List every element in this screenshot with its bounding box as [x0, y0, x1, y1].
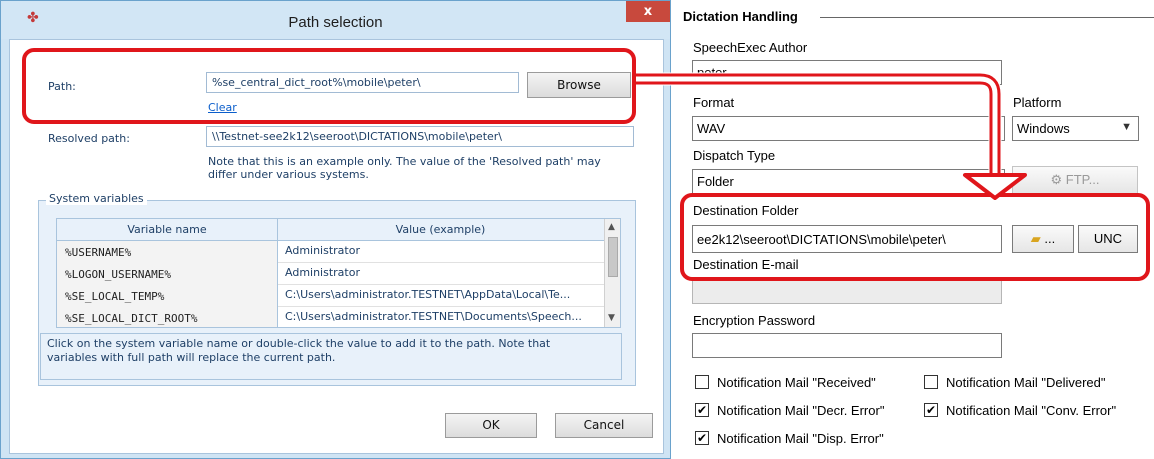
variables-grid[interactable]: Variable name Value (example) %USERNAME%…	[56, 218, 621, 328]
dialog-titlebar[interactable]: ✤ Path selection x	[1, 1, 670, 39]
section-title: Dictation Handling	[683, 9, 802, 24]
variable-name-cell[interactable]: %SE_LOCAL_DICT_ROOT%	[57, 307, 277, 327]
column-header-value[interactable]: Value (example)	[277, 223, 604, 236]
author-input[interactable]: peter	[692, 60, 1002, 85]
browse-button[interactable]: Browse	[527, 72, 631, 98]
variable-value-cell[interactable]: C:\Users\administrator.TESTNET\AppData\L…	[277, 285, 604, 307]
scroll-up-icon[interactable]: ▲	[608, 222, 615, 232]
clear-link[interactable]: Clear	[208, 101, 237, 114]
note-line-2: differ under various systems.	[208, 168, 369, 181]
table-row[interactable]: %LOGON_USERNAME% Administrator	[57, 263, 604, 285]
hint-line-1: Click on the system variable name or dou…	[47, 337, 551, 350]
destination-email-input[interactable]	[692, 277, 1002, 304]
chevron-down-icon: ▼	[987, 174, 998, 186]
variable-value-cell[interactable]: Administrator	[277, 241, 604, 263]
encryption-password-input[interactable]	[692, 333, 1002, 358]
path-label: Path:	[48, 80, 76, 93]
notification-conv-error-label: Notification Mail "Conv. Error"	[946, 403, 1117, 418]
variable-name-cell[interactable]: %SE_LOCAL_TEMP%	[57, 285, 277, 307]
variable-value-cell[interactable]: Administrator	[277, 263, 604, 285]
grid-scrollbar[interactable]: ▲ ▼	[604, 219, 620, 327]
cancel-button[interactable]: Cancel	[555, 413, 653, 438]
notification-decr-error-checkbox[interactable]: ✔	[695, 403, 709, 417]
hint-line-2: variables with full path will replace th…	[47, 351, 336, 364]
browse-folder-button[interactable]: ▰ ...	[1012, 225, 1074, 253]
note-line-1: Note that this is an example only. The v…	[208, 155, 601, 168]
format-select[interactable]: WAV ▼	[692, 116, 1005, 141]
notification-received-label: Notification Mail "Received"	[717, 375, 876, 390]
column-header-variable[interactable]: Variable name	[57, 223, 277, 236]
resolved-path-field: \\Testnet-see2k12\seeroot\DICTATIONS\mob…	[206, 126, 634, 147]
column-divider[interactable]	[277, 219, 278, 327]
notification-conv-error-checkbox[interactable]: ✔	[924, 403, 938, 417]
platform-label: Platform	[1013, 95, 1062, 110]
grid-header: Variable name Value (example)	[57, 219, 604, 241]
format-value: WAV	[697, 121, 726, 136]
unc-button[interactable]: UNC	[1078, 225, 1138, 253]
author-label: SpeechExec Author	[693, 40, 808, 55]
variable-name-cell[interactable]: %LOGON_USERNAME%	[57, 263, 277, 285]
variable-value-cell[interactable]: C:\Users\administrator.TESTNET\Documents…	[277, 307, 604, 327]
variable-name-cell[interactable]: %USERNAME%	[57, 241, 277, 263]
destination-folder-input[interactable]: ee2k12\seeroot\DICTATIONS\mobile\peter\	[692, 225, 1002, 253]
notification-delivered-checkbox[interactable]	[924, 375, 938, 389]
gear-icon: ⚙	[1050, 172, 1063, 187]
close-button[interactable]: x	[626, 1, 670, 22]
dispatch-type-label: Dispatch Type	[693, 148, 776, 163]
system-variables-title: System variables	[46, 192, 147, 205]
notification-delivered-label: Notification Mail "Delivered"	[946, 375, 1106, 390]
notification-disp-error-label: Notification Mail "Disp. Error"	[717, 431, 884, 446]
table-row[interactable]: %SE_LOCAL_DICT_ROOT% C:\Users\administra…	[57, 307, 604, 327]
scroll-down-icon[interactable]: ▼	[608, 313, 615, 323]
path-input[interactable]: %se_central_dict_root%\mobile\peter\	[206, 72, 519, 93]
folder-icon: ▰	[1030, 231, 1041, 246]
ok-button[interactable]: OK	[445, 413, 537, 438]
dispatch-type-value: Folder	[697, 174, 734, 189]
format-label: Format	[693, 95, 735, 110]
chevron-down-icon: ▼	[987, 121, 998, 133]
notification-received-checkbox[interactable]	[695, 375, 709, 389]
ftp-button-label: FTP...	[1065, 172, 1100, 187]
dispatch-type-select[interactable]: Folder ▼	[692, 169, 1005, 194]
table-row[interactable]: %USERNAME% Administrator	[57, 241, 604, 263]
destination-email-label: Destination E-mail	[693, 257, 799, 272]
chevron-down-icon: ▼	[1121, 121, 1132, 133]
ftp-button[interactable]: ⚙ FTP...	[1012, 166, 1138, 194]
platform-select[interactable]: Windows ▼	[1012, 116, 1139, 141]
browse-folder-label: ...	[1044, 231, 1056, 246]
platform-value: Windows	[1017, 121, 1070, 136]
notification-decr-error-label: Notification Mail "Decr. Error"	[717, 403, 885, 418]
resolved-path-label: Resolved path:	[48, 132, 130, 145]
destination-folder-label: Destination Folder	[693, 203, 799, 218]
dialog-title: Path selection	[288, 14, 383, 31]
notification-disp-error-checkbox[interactable]: ✔	[695, 431, 709, 445]
table-row[interactable]: %SE_LOCAL_TEMP% C:\Users\administrator.T…	[57, 285, 604, 307]
scroll-thumb[interactable]	[608, 237, 618, 277]
section-divider	[820, 17, 1154, 18]
encryption-password-label: Encryption Password	[693, 313, 816, 328]
hint-box: Click on the system variable name or dou…	[40, 333, 622, 380]
